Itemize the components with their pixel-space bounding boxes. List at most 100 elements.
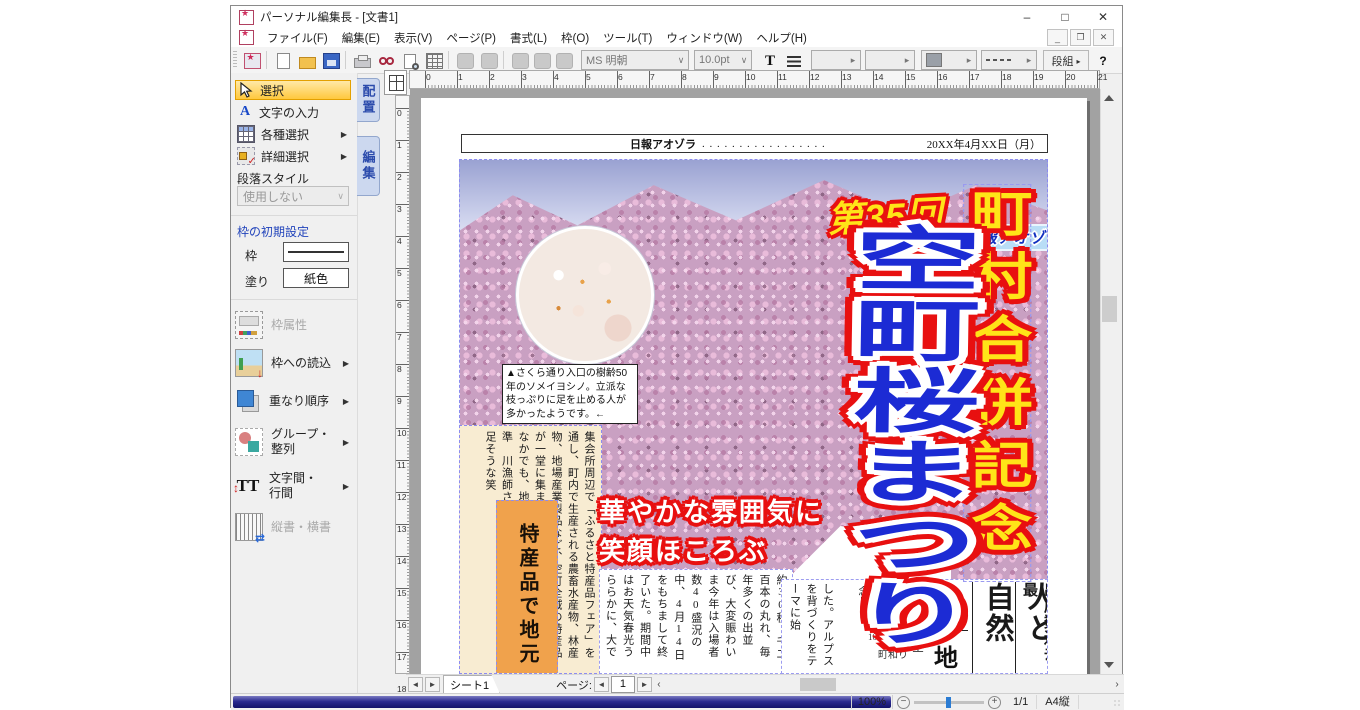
submenu-arrow-icon: ▶ [341, 130, 347, 139]
zoom-in-button[interactable]: + [988, 696, 1001, 709]
help-button[interactable]: ? [1091, 50, 1115, 72]
font-size-select[interactable]: 10.0pt∨ [694, 50, 752, 70]
menu-item-7[interactable]: ウィンドウ(W) [659, 28, 749, 48]
page-prev-button[interactable]: ◄ [594, 677, 609, 692]
v-ruler-tick: 11 [397, 460, 406, 470]
columns-button[interactable]: 段組▸ [1043, 50, 1089, 72]
search-button[interactable] [374, 50, 398, 72]
frame-tool-2-button [477, 50, 501, 72]
article-1-frame[interactable]: 集会所周辺で「ふるさと特産品フェア」を通し、町内で生産される農畜水産物、林産物、… [459, 425, 602, 674]
image-import-icon [235, 349, 263, 377]
scroll-right-icon[interactable]: › [1110, 677, 1124, 692]
v-ruler-tick: 6 [397, 300, 402, 310]
v-ruler: 0123456789101112131415161718 [395, 95, 410, 674]
inset-photo-circle[interactable] [516, 226, 654, 364]
submenu-arrow-icon: ▶ [343, 438, 349, 447]
font-select[interactable]: MS 明朝∨ [581, 50, 689, 70]
h-ruler-tick: 10 [746, 72, 755, 82]
print-preview-button[interactable] [398, 50, 422, 72]
menu-items: ファイル(F)編集(E)表示(V)ページ(P)書式(L)枠(O)ツール(T)ウィ… [260, 28, 814, 48]
ruler-origin-box[interactable] [384, 70, 407, 95]
zoom-slider[interactable] [914, 701, 984, 704]
scroll-down-icon[interactable] [1104, 662, 1114, 668]
new-document-button[interactable] [271, 50, 295, 72]
close-button[interactable]: ✕ [1084, 6, 1122, 28]
submenu-arrow-icon: ▶ [343, 482, 349, 491]
article-2-frame[interactable]: 約30種、千二百本の丸れ、毎年多くの出並び、大変賑わいま今年は入場者数40盛況の… [599, 569, 793, 674]
v-ruler-tick: 3 [397, 204, 402, 214]
v-ruler-tick: 12 [397, 492, 406, 502]
menu-item-4[interactable]: 書式(L) [503, 28, 554, 48]
vertical-scrollbar[interactable] [1100, 89, 1118, 674]
menu-item-5[interactable]: 枠(O) [554, 28, 596, 48]
load-into-frame-button[interactable]: 枠への読込▶ [235, 347, 353, 379]
article-3-heading-column: 出店数過去最 [1015, 582, 1048, 674]
page-next-button[interactable]: ► [637, 677, 652, 692]
v-ruler-tick: 9 [397, 396, 402, 406]
line-style-select[interactable]: ▸ [981, 50, 1037, 70]
print-button[interactable] [350, 50, 374, 72]
menu-item-2[interactable]: 表示(V) [387, 28, 439, 48]
scroll-left-icon[interactable]: ‹ [652, 677, 666, 692]
mdi-close-button[interactable]: ✕ [1093, 29, 1114, 46]
submenu-arrow-icon: ▶ [343, 397, 349, 406]
sheet-prev-button[interactable]: ◄ [408, 677, 423, 692]
document-viewport[interactable]: 日報アオゾラ . . . . . . . . . . . . . . . . .… [410, 89, 1100, 674]
favorite-button[interactable] [240, 50, 264, 72]
tab-edit[interactable]: 編集 [357, 136, 380, 196]
save-button[interactable] [319, 50, 343, 72]
minimize-button[interactable]: – [1008, 6, 1046, 28]
headline-line2[interactable]: 空町桜まつり [839, 222, 972, 663]
submenu-arrow-icon: ▶ [343, 359, 349, 368]
fill-pattern-select[interactable]: ▸ [921, 50, 977, 70]
empty-select-2[interactable]: ▸ [865, 50, 915, 70]
horizontal-scrollbar[interactable] [670, 677, 1110, 692]
fill-color-preview[interactable]: 紙色 [283, 268, 349, 288]
sheet-next-button[interactable]: ► [425, 677, 440, 692]
tool-select[interactable]: 選択 [235, 80, 351, 100]
document-page[interactable]: 日報アオゾラ . . . . . . . . . . . . . . . . .… [421, 98, 1087, 674]
menu-item-6[interactable]: ツール(T) [596, 28, 659, 48]
empty-select-1[interactable]: ▸ [811, 50, 861, 70]
grid-button[interactable] [422, 50, 446, 72]
char-line-spacing-button[interactable]: TT文字間・ 行間▶ [235, 467, 353, 505]
v-ruler-tick: 7 [397, 332, 402, 342]
menu-item-1[interactable]: 編集(E) [335, 28, 387, 48]
menu-item-0[interactable]: ファイル(F) [260, 28, 335, 48]
group-align-button[interactable]: グループ・ 整列▶ [235, 423, 353, 461]
horizontal-scroll-thumb[interactable] [800, 678, 836, 691]
open-button[interactable] [295, 50, 319, 72]
frame-attributes-icon [235, 311, 263, 339]
align-button[interactable] [782, 50, 806, 72]
chevron-right-icon: ▸ [962, 55, 976, 66]
zoom-slider-thumb[interactable] [946, 697, 951, 708]
stacking-order-button[interactable]: 重なり順序▶ [235, 385, 353, 417]
page-header-frame[interactable]: 日報アオゾラ . . . . . . . . . . . . . . . . .… [461, 134, 1048, 153]
zoom-out-button[interactable]: − [897, 696, 910, 709]
vertical-scroll-thumb[interactable] [1102, 296, 1117, 322]
chevron-down-icon: ∨ [737, 55, 751, 66]
chevron-down-icon: ∨ [674, 55, 688, 66]
tool-text-input[interactable]: A 文字の入力 [235, 102, 351, 122]
mdi-restore-button[interactable]: ❐ [1070, 29, 1091, 46]
tool-detail-select[interactable]: 詳細選択▶ [235, 146, 351, 166]
paragraph-style-select[interactable]: 使用しない∨ [237, 186, 349, 206]
document-icon [239, 30, 254, 45]
subheadline-text[interactable]: 華やかな雰囲気に 笑顔ほころぶ [599, 493, 823, 571]
frame-line-preview[interactable] [283, 242, 349, 262]
page-number-field[interactable]: 1 [611, 676, 635, 693]
tab-layout[interactable]: 配置 [357, 78, 380, 122]
photo-caption[interactable]: ▲さくら通り入口の樹齢50年のソメイヨシノ。立派な枝っぷりに足を止める人が多かっ… [502, 364, 638, 424]
mdi-minimize-button[interactable]: _ [1047, 29, 1068, 46]
toolbar-grip[interactable] [233, 51, 237, 69]
page-label: ページ: [556, 677, 592, 693]
menu-item-3[interactable]: ページ(P) [439, 28, 503, 48]
scroll-up-icon[interactable] [1104, 95, 1114, 101]
article-1-headline[interactable]: 特産品で地元 [496, 500, 558, 674]
menu-item-8[interactable]: ヘルプ(H) [749, 28, 813, 48]
text-frame-button[interactable]: T [758, 50, 782, 72]
tool-multi-select[interactable]: 各種選択▶ [235, 124, 351, 144]
resize-grip[interactable] [1113, 699, 1122, 708]
maximize-button[interactable]: □ [1046, 6, 1084, 28]
sheet-tab[interactable]: シート1 [443, 675, 500, 694]
